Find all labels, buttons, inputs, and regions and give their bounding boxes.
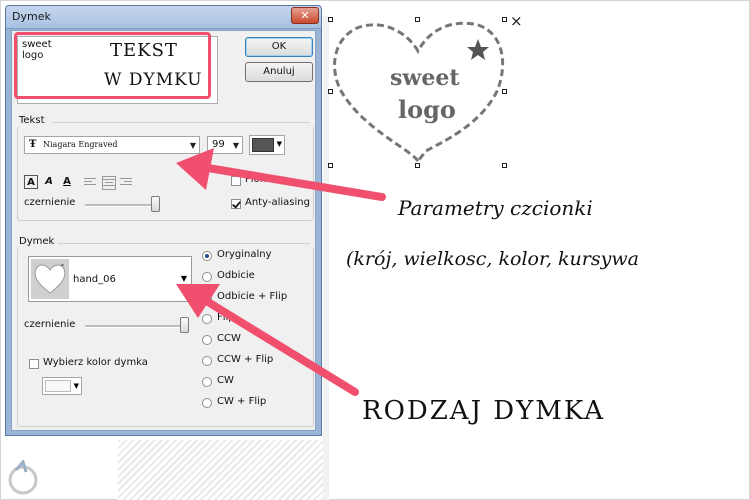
resize-handle[interactable] — [328, 17, 333, 22]
orientation-radio[interactable] — [202, 293, 212, 303]
text-darken-slider-track[interactable] — [85, 204, 160, 207]
truetype-icon: Ŧ — [29, 139, 37, 150]
font-family-select[interactable]: Ŧ Niagara Engraved ▼ — [24, 136, 200, 154]
bubble-shape-name: hand_06 — [73, 274, 116, 285]
cancel-button[interactable]: Anuluj — [245, 62, 313, 82]
heart-bubble-shape — [333, 21, 505, 164]
text-section-label: Tekst — [19, 115, 45, 126]
text-darken-slider-thumb[interactable] — [151, 196, 161, 212]
text-darken-label: czernienie — [24, 197, 76, 208]
align-right-icon[interactable] — [120, 176, 132, 188]
antialias-label: Anty-aliasing — [245, 197, 310, 208]
orientation-radio-label: Odbicie — [217, 270, 255, 281]
orientation-radio[interactable] — [202, 398, 212, 408]
annotation-font-note-line2: (krój, wielkosc, kolor, kursywa — [346, 248, 639, 270]
orientation-radio-label: Oryginalny — [217, 249, 272, 260]
vertical-checkbox[interactable] — [231, 176, 241, 186]
orientation-radio[interactable] — [202, 356, 212, 366]
dialog-title: Dymek — [12, 10, 51, 23]
orientation-radio[interactable] — [202, 335, 212, 345]
bubble-shape-select[interactable]: * hand_06 ▼ — [28, 256, 192, 302]
orientation-radio-label: CCW + Flip — [217, 354, 274, 365]
resize-handle[interactable] — [502, 17, 507, 22]
orientation-radio[interactable] — [202, 272, 212, 282]
bubble-darken-slider-thumb[interactable] — [180, 317, 189, 333]
chevron-down-icon: ▼ — [276, 140, 282, 148]
choose-bubble-color-label: Wybierz kolor dymka — [43, 357, 148, 368]
underline-button[interactable]: A — [60, 175, 74, 189]
choose-bubble-color-checkbox[interactable] — [29, 359, 39, 369]
orientation-radio[interactable] — [202, 377, 212, 387]
annotation-shape-note: RODZAJ DYMKA — [362, 396, 606, 426]
bubble-shape-thumbnail: * — [31, 259, 69, 299]
bubble-preview: sweet logo — [330, 17, 508, 167]
resize-handle[interactable] — [415, 17, 420, 22]
watermark-logo-icon — [8, 460, 38, 495]
bubble-darken-label: czernienie — [24, 319, 76, 330]
ok-button[interactable]: OK — [245, 37, 313, 57]
close-button[interactable]: ✕ — [291, 7, 319, 24]
align-left-icon[interactable] — [84, 176, 96, 188]
chevron-down-icon: ▼ — [73, 382, 79, 390]
svg-text:*: * — [61, 263, 64, 270]
bubble-section-divider — [58, 243, 310, 244]
font-family-value: Niagara Engraved — [43, 140, 118, 149]
antialias-checkbox[interactable] — [231, 199, 241, 209]
orientation-radio-label: CW — [217, 375, 234, 386]
bubble-color-picker[interactable]: ▼ — [42, 377, 82, 395]
annotation-text-note-line2: W DYMKU — [104, 70, 203, 90]
preview-text-line1: sweet — [390, 65, 460, 91]
text-color-picker[interactable]: ▼ — [249, 135, 285, 155]
resize-handle[interactable] — [502, 89, 507, 94]
annotation-font-note-line1: Parametry czcionki — [398, 196, 593, 220]
hatched-area — [118, 440, 323, 500]
orientation-radio[interactable] — [202, 314, 212, 324]
text-color-swatch — [252, 138, 274, 152]
orientation-radio-label: CCW — [217, 333, 241, 344]
resize-handle[interactable] — [328, 163, 333, 168]
font-size-select[interactable]: 99 ▼ — [207, 136, 243, 154]
resize-handle[interactable] — [502, 163, 507, 168]
resize-handle[interactable] — [328, 89, 333, 94]
orientation-radio-label: Flip — [217, 312, 235, 323]
orientation-radio[interactable] — [202, 251, 212, 261]
bubble-darken-slider-track[interactable] — [85, 325, 185, 328]
font-size-value: 99 — [212, 139, 225, 150]
resize-handle[interactable] — [415, 163, 420, 168]
chevron-down-icon: ▼ — [180, 274, 187, 283]
bubble-color-swatch — [45, 380, 71, 392]
chevron-down-icon: ▼ — [232, 141, 239, 150]
bold-button[interactable]: A — [24, 175, 38, 189]
italic-button[interactable]: A — [42, 175, 56, 189]
orientation-radio-label: Odbicie + Flip — [217, 291, 288, 302]
preview-text-line2: logo — [398, 95, 456, 124]
heart-icon: * — [34, 263, 66, 294]
orientation-radio-label: CW + Flip — [217, 396, 267, 407]
vertical-label: Pionowo — [245, 174, 287, 185]
annotation-text-note-line1: TEKST — [110, 40, 178, 61]
chevron-down-icon: ▼ — [189, 141, 196, 150]
dialog-titlebar[interactable]: Dymek ✕ — [6, 6, 321, 29]
close-icon[interactable]: × — [510, 12, 523, 30]
bubble-section-label: Dymek — [19, 236, 55, 247]
text-section-divider — [52, 122, 310, 123]
align-center-icon[interactable] — [102, 176, 116, 190]
